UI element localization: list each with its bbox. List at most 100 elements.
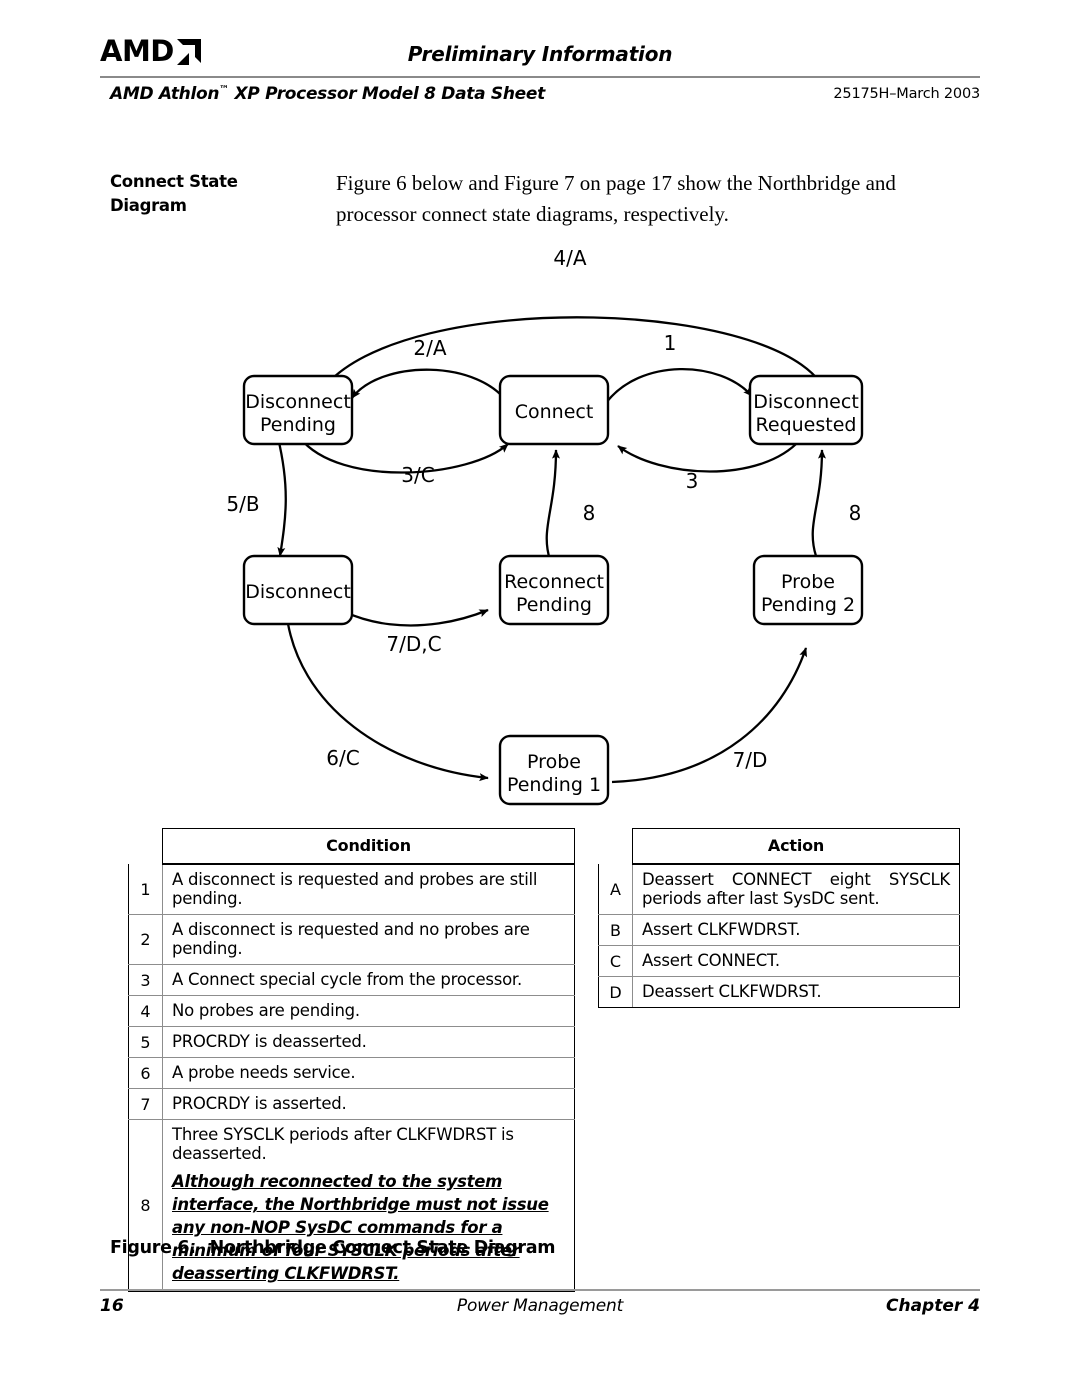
condition-key: 6 bbox=[128, 1057, 163, 1089]
edge-label-1: 1 bbox=[664, 331, 677, 355]
section-heading-line2: Diagram bbox=[110, 196, 187, 215]
state-label-probe-pending-2-line1: Probe bbox=[781, 571, 835, 593]
page-subheader: AMD Athlon™ XP Processor Model 8 Data Sh… bbox=[100, 84, 980, 110]
action-text: Assert CONNECT. bbox=[632, 945, 960, 977]
table-row: 1 A disconnect is requested and probes a… bbox=[128, 864, 575, 915]
page-header: AMD Preliminary Information bbox=[100, 34, 980, 80]
legend-tables: Condition 1 A disconnect is requested an… bbox=[128, 828, 980, 1292]
state-label-probe-pending-2-line2: Pending 2 bbox=[761, 594, 855, 616]
condition-text-with-note: Three SYSCLK periods after CLKFWDRST is … bbox=[162, 1119, 575, 1292]
section-heading: Connect State Diagram bbox=[110, 170, 320, 218]
action-text: Assert CLKFWDRST. bbox=[632, 914, 960, 946]
action-table: Action A Deassert CONNECT eight SYSCLK p… bbox=[598, 828, 960, 1008]
state-node-disconnect-pending: Disconnect Pending bbox=[242, 374, 354, 446]
condition-text: PROCRDY is asserted. bbox=[162, 1088, 575, 1120]
edge-label-8-probe2: 8 bbox=[849, 501, 862, 525]
table-row: 3 A Connect special cycle from the proce… bbox=[128, 964, 575, 996]
document-id: 25175H–March 2003 bbox=[833, 86, 980, 102]
action-text: Deassert CONNECT eight SYSCLK periods af… bbox=[632, 864, 960, 915]
state-label-disconnect-requested-line1: Disconnect bbox=[753, 391, 859, 413]
state-label-reconnect-pending-line1: Reconnect bbox=[504, 571, 604, 593]
table-row: C Assert CONNECT. bbox=[598, 945, 960, 977]
action-key: C bbox=[598, 945, 633, 977]
edge-label-7d: 7/D bbox=[733, 748, 768, 772]
table-row: D Deassert CLKFWDRST. bbox=[598, 976, 960, 1008]
table-row: 6 A probe needs service. bbox=[128, 1057, 575, 1089]
table-row: B Assert CLKFWDRST. bbox=[598, 914, 960, 946]
condition-text: A probe needs service. bbox=[162, 1057, 575, 1089]
edge-label-8-reconnect: 8 bbox=[583, 501, 596, 525]
state-label-connect: Connect bbox=[515, 401, 594, 423]
edge-5b-path bbox=[276, 437, 287, 557]
state-node-disconnect: Disconnect bbox=[242, 554, 354, 626]
edge-8a-path bbox=[545, 449, 560, 561]
edge-label-6c: 6/C bbox=[326, 746, 359, 770]
state-node-probe-pending-1: Probe Pending 1 bbox=[498, 734, 610, 806]
condition-key: 7 bbox=[128, 1088, 163, 1120]
edge-label-3c: 3/C bbox=[401, 463, 434, 487]
action-header-spacer bbox=[599, 829, 633, 865]
figure-caption-number: Figure 6. bbox=[110, 1238, 196, 1258]
edge-label-2a: 2/A bbox=[413, 336, 446, 360]
state-label-disconnect-pending-line2: Pending bbox=[260, 414, 336, 436]
footer-divider bbox=[100, 1289, 980, 1291]
condition-text: A disconnect is requested and no probes … bbox=[162, 914, 575, 965]
document-title: AMD Athlon™ XP Processor Model 8 Data Sh… bbox=[110, 84, 545, 104]
condition-note: Although reconnected to the system inter… bbox=[172, 1172, 549, 1283]
edge-1-path bbox=[605, 367, 753, 404]
condition-header: Condition bbox=[162, 828, 575, 865]
state-node-reconnect-pending: Reconnect Pending bbox=[498, 554, 610, 626]
connect-state-diagram: Disconnect Pending Connect Disconnect Re… bbox=[100, 238, 980, 818]
state-label-disconnect: Disconnect bbox=[245, 581, 351, 603]
action-header: Action bbox=[632, 828, 960, 865]
table-row: A Deassert CONNECT eight SYSCLK periods … bbox=[598, 864, 960, 915]
condition-table: Condition 1 A disconnect is requested an… bbox=[128, 828, 575, 1292]
state-label-reconnect-pending-line2: Pending bbox=[516, 594, 592, 616]
figure-caption: Figure 6. Northbridge Connect State Diagr… bbox=[110, 1238, 555, 1258]
trademark-symbol: ™ bbox=[219, 84, 229, 96]
state-node-disconnect-requested: Disconnect Requested bbox=[748, 374, 864, 446]
condition-text: A disconnect is requested and probes are… bbox=[162, 864, 575, 915]
state-label-probe-pending-1-line1: Probe bbox=[527, 751, 581, 773]
intro-paragraph: Figure 6 below and Figure 7 on page 17 s… bbox=[336, 171, 896, 226]
table-row: 8 Three SYSCLK periods after CLKFWDRST i… bbox=[128, 1119, 575, 1292]
condition-key: 8 bbox=[128, 1119, 163, 1292]
table-header-row: Action bbox=[599, 828, 960, 865]
footer-chapter: Chapter 4 bbox=[885, 1296, 980, 1316]
state-node-probe-pending-2: Probe Pending 2 bbox=[752, 554, 864, 626]
condition-key: 4 bbox=[128, 995, 163, 1027]
document-title-rest: XP Processor Model 8 Data Sheet bbox=[228, 84, 545, 104]
edge-8b-path bbox=[811, 449, 826, 557]
state-label-probe-pending-1-line2: Pending 1 bbox=[507, 774, 601, 796]
action-key: D bbox=[598, 976, 633, 1008]
document-page: AMD Preliminary Information AMD Athlon™ … bbox=[0, 0, 1080, 1397]
edge-label-4a: 4/A bbox=[553, 246, 586, 270]
state-label-disconnect-pending-line1: Disconnect bbox=[245, 391, 351, 413]
edge-2a-path bbox=[351, 368, 511, 407]
document-title-main: AMD Athlon bbox=[110, 84, 220, 104]
condition-text: PROCRDY is deasserted. bbox=[162, 1026, 575, 1058]
condition-header-spacer bbox=[129, 829, 163, 865]
figure-caption-title: Northbridge Connect State Diagram bbox=[209, 1238, 556, 1258]
condition-key: 1 bbox=[128, 864, 163, 915]
table-row: 5 PROCRDY is deasserted. bbox=[128, 1026, 575, 1058]
edge-label-7dc: 7/D,C bbox=[386, 632, 441, 656]
table-row: 7 PROCRDY is asserted. bbox=[128, 1088, 575, 1120]
condition-text: Three SYSCLK periods after CLKFWDRST is … bbox=[172, 1125, 514, 1163]
header-divider bbox=[100, 76, 980, 78]
edge-7d-path bbox=[611, 647, 808, 784]
condition-key: 5 bbox=[128, 1026, 163, 1058]
table-row: 4 No probes are pending. bbox=[128, 995, 575, 1027]
condition-text: No probes are pending. bbox=[162, 995, 575, 1027]
condition-text: A Connect special cycle from the process… bbox=[162, 964, 575, 996]
action-key: A bbox=[598, 864, 633, 915]
action-key: B bbox=[598, 914, 633, 946]
edge-label-5b: 5/B bbox=[226, 492, 259, 516]
table-header-row: Condition bbox=[129, 828, 575, 865]
preliminary-information-label: Preliminary Information bbox=[407, 42, 673, 66]
condition-key: 2 bbox=[128, 914, 163, 965]
section-heading-line1: Connect State bbox=[110, 172, 238, 191]
table-row: 2 A disconnect is requested and no probe… bbox=[128, 914, 575, 965]
page-footer: 16 Power Management Chapter 4 bbox=[100, 1296, 980, 1326]
edge-label-3: 3 bbox=[686, 469, 699, 493]
